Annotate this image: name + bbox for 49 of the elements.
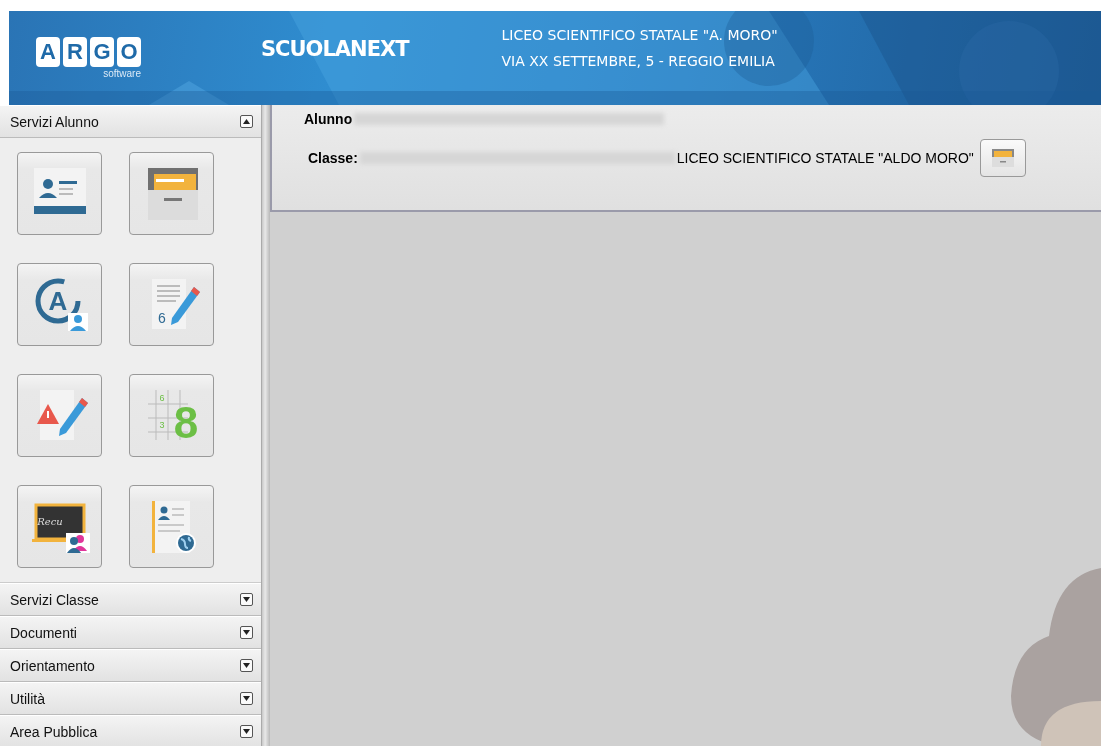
expand-icon[interactable] [240,692,253,705]
letter-label: A [48,285,67,316]
expand-icon[interactable] [240,725,253,738]
section-title: Area Pubblica [10,723,98,740]
service-tile[interactable] [129,485,214,568]
section-title: Orientamento [10,657,95,674]
expand-icon[interactable] [240,593,253,606]
file-drawer-icon [990,148,1015,168]
service-tile[interactable] [17,374,102,457]
ring-icon [35,278,80,323]
archive-button[interactable] [979,139,1026,177]
school-name: LICEO SCIENTIFICO STATALE "A. MORO" [501,26,778,45]
sidebar-section-header[interactable]: Documenti [0,616,261,649]
section-title: Utilità [10,690,45,707]
expand-icon[interactable] [240,626,253,639]
service-tile[interactable]: A [17,263,102,346]
service-tile[interactable] [129,152,214,235]
sidebar-section-header[interactable]: Servizi Alunno [0,105,261,138]
expand-icon[interactable] [240,659,253,672]
sidebar-section-header[interactable]: Orientamento [0,649,261,682]
paper-icon [151,278,186,329]
blackboard-icon [31,503,88,542]
school-address: VIA XX SETTEMBRE, 5 - REGGIO EMILIA [501,52,776,71]
grade-number: 8 [173,397,198,447]
logo-letter: O [117,37,141,67]
sidebar-section-header[interactable]: Area Pubblica [0,715,261,746]
person-icon [67,312,88,331]
logo-letter: G [90,37,114,67]
board-text: Recu [36,515,63,527]
sidebar-section-header[interactable]: Utilità [0,682,261,715]
service-tile[interactable] [17,152,102,235]
product-name: SCUOLANEXT [261,37,409,61]
service-tile[interactable]: Recu [17,485,102,568]
grade-number: 6 [157,309,166,326]
section-title: Servizi Alunno [10,113,99,130]
logo-letter: R [63,37,87,67]
logo-caption: software [103,68,141,79]
student-label: Alunno [304,111,353,127]
grade-number: 3 [159,419,164,430]
collapse-icon[interactable] [240,115,253,128]
section-title: Documenti [10,624,77,641]
service-tile[interactable]: 6 [129,263,214,346]
pencil-icon [170,286,200,325]
grade-number: 6 [159,392,164,403]
class-label: Classe: [308,150,358,166]
logo-letter: A [36,37,60,67]
section-title: Servizi Classe [10,591,99,608]
school-name: LICEO SCIENTIFICO STATALE "ALDO MORO" [676,150,974,166]
sidebar-section-header[interactable]: Servizi Classe [0,583,261,616]
